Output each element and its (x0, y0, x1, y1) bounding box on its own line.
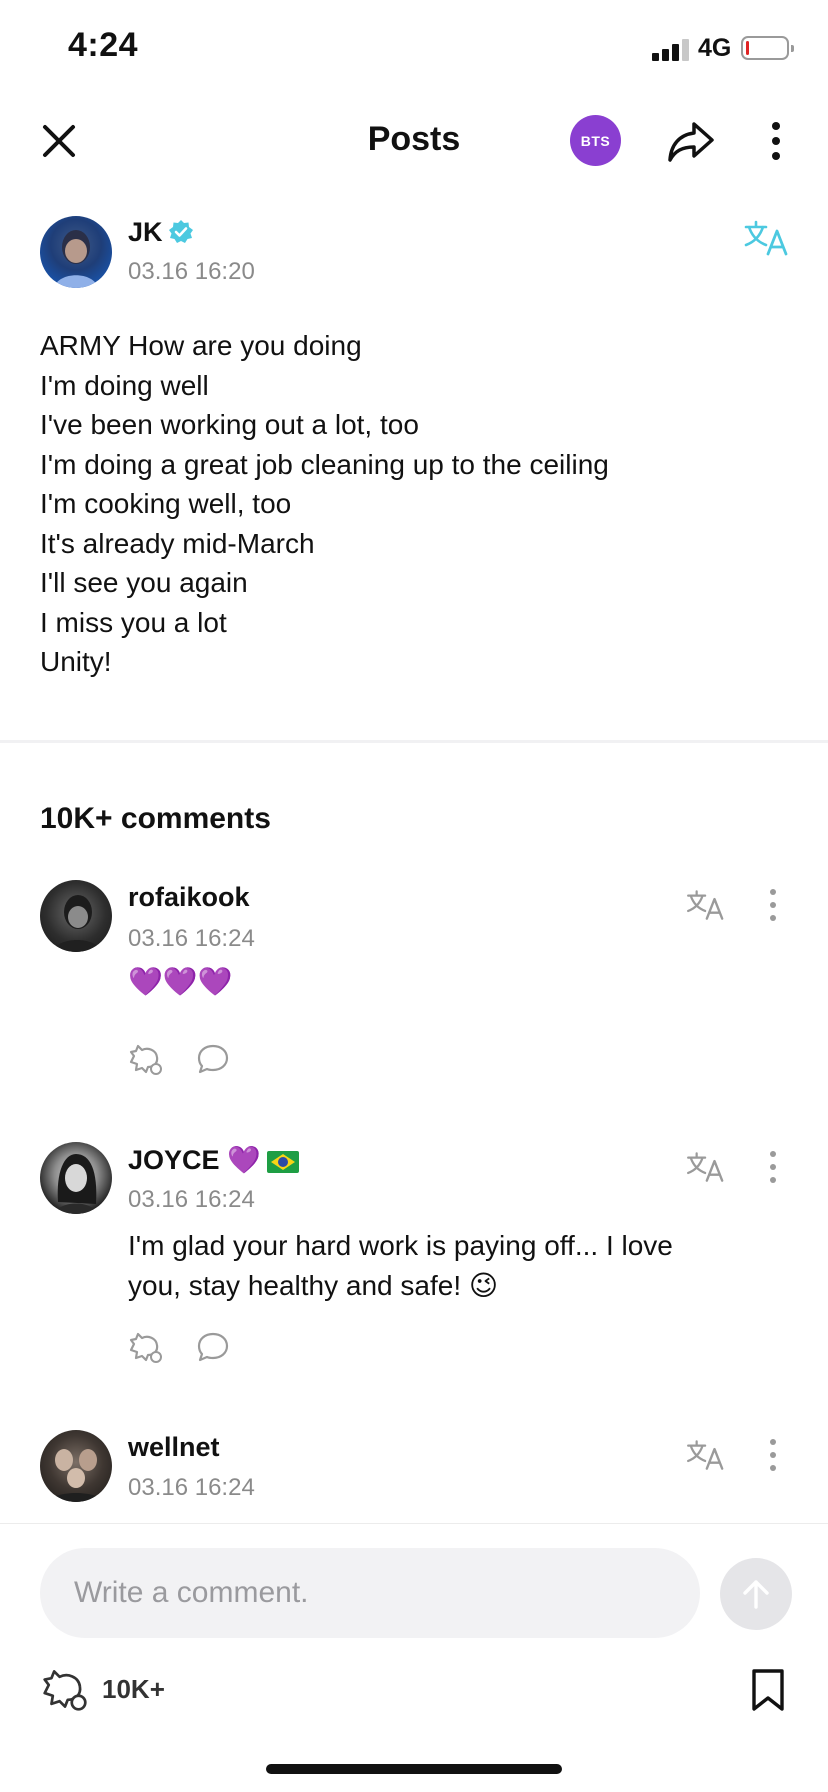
comment-reply-icon[interactable] (196, 1042, 230, 1076)
comments-count-title: 10K+ comments (40, 802, 271, 835)
status-time: 4:24 (68, 26, 139, 64)
comment-reaction-icon[interactable] (128, 1330, 164, 1364)
post-reaction-icon[interactable] (40, 1666, 90, 1712)
comment-timestamp: 03.16 16:24 (128, 1186, 255, 1213)
comment-more-icon[interactable] (768, 888, 778, 922)
arrow-up-icon (743, 1580, 769, 1609)
bookmark-icon[interactable] (748, 1668, 788, 1712)
comment-username[interactable]: JOYCE 💜 (128, 1144, 299, 1176)
comment-translate-icon[interactable] (686, 888, 726, 922)
comment-reaction-icon[interactable] (128, 1042, 164, 1076)
post-line: Unity! (40, 646, 112, 677)
post-body: ARMY How are you doing I'm doing well I'… (40, 326, 800, 682)
close-icon[interactable] (40, 122, 78, 160)
comment-timestamp: 03.16 16:24 (128, 1474, 255, 1501)
post-line: I'm doing a great job cleaning up to the… (40, 448, 609, 480)
reaction-count: 10K+ (102, 1674, 165, 1704)
community-badge[interactable]: BTS (570, 115, 621, 166)
verified-badge-icon (168, 219, 194, 245)
comment-input[interactable] (40, 1548, 700, 1638)
post-line: ARMY How are you doing (40, 330, 362, 361)
post-line: I miss you a lot (40, 606, 227, 638)
comment-text: 💜💜💜 (128, 966, 233, 997)
comment-text-line: I'm glad your hard work is paying off...… (128, 1230, 673, 1261)
post-line: I've been working out a lot, too (40, 409, 419, 440)
post-line: I'm cooking well, too (40, 488, 292, 519)
comment-text-line: you, stay healthy and safe! 😉 (128, 1270, 499, 1301)
more-options-icon[interactable] (764, 120, 788, 162)
post-timestamp: 03.16 16:20 (128, 258, 255, 285)
post-line: It's already mid-March (40, 527, 315, 559)
comment-avatar[interactable] (40, 880, 112, 952)
comment-avatar[interactable] (40, 1430, 112, 1502)
author-avatar[interactable] (40, 216, 112, 288)
comment-username[interactable]: wellnet (128, 1432, 220, 1463)
comment-timestamp: 03.16 16:24 (128, 925, 255, 952)
signal-icon (652, 37, 690, 61)
comment-translate-icon[interactable] (686, 1150, 726, 1184)
comment-more-icon[interactable] (768, 1150, 778, 1184)
author-name[interactable]: JK (128, 217, 163, 248)
share-icon[interactable] (666, 118, 716, 164)
brazil-flag-icon (266, 1150, 299, 1173)
send-button[interactable] (720, 1558, 792, 1630)
comment-avatar[interactable] (40, 1142, 112, 1214)
section-divider (0, 740, 828, 743)
comment-reply-icon[interactable] (196, 1330, 230, 1364)
home-indicator[interactable] (266, 1764, 562, 1774)
comment-text: I'm glad your hard work is paying off...… (128, 1226, 673, 1306)
post-line: I'll see you again (40, 567, 248, 598)
comment-translate-icon[interactable] (686, 1438, 726, 1472)
battery-icon (741, 36, 794, 60)
comment-more-icon[interactable] (768, 1438, 778, 1472)
translate-icon[interactable] (744, 218, 790, 258)
post-line: I'm doing well (40, 369, 209, 401)
network-type: 4G (698, 34, 732, 62)
comment-username[interactable]: rofaikook (128, 882, 250, 913)
